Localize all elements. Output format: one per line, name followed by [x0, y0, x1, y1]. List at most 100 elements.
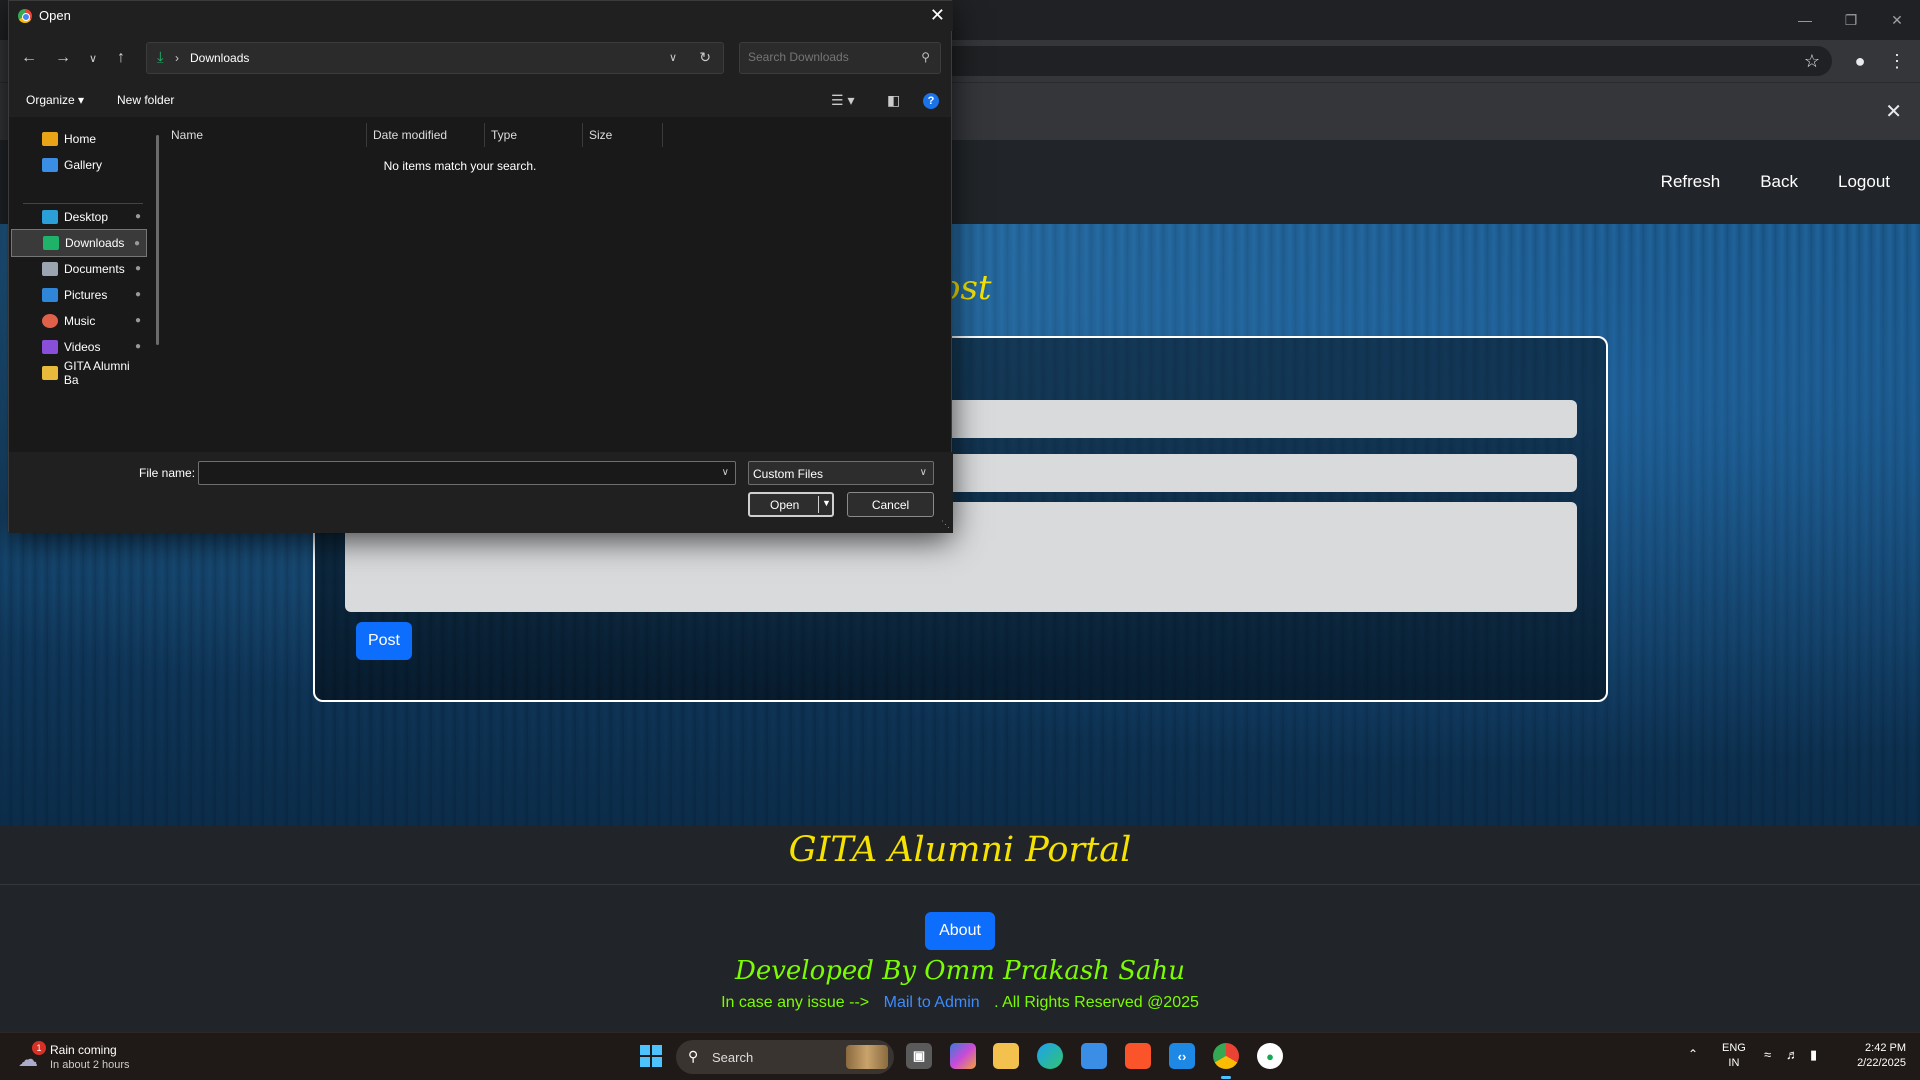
file-name-input[interactable]: ∨: [198, 461, 736, 485]
column-header-size[interactable]: Size: [583, 123, 663, 147]
wifi-icon[interactable]: ≈: [1764, 1047, 1771, 1062]
show-hidden-icons-icon[interactable]: ⌃: [1688, 1047, 1698, 1061]
window-close-icon[interactable]: ✕: [1874, 0, 1920, 40]
weather-widget[interactable]: ☁ 1 Rain coming In about 2 hours: [18, 1041, 158, 1075]
view-list-icon[interactable]: ☰ ▾: [831, 92, 854, 109]
nav-links: Refresh Back Logout: [1661, 140, 1890, 224]
window-controls: — ❐ ✕: [1782, 0, 1920, 40]
region-code: IN: [1728, 1057, 1740, 1069]
location-bar[interactable]: ⤓ › Downloads ∨ ↻: [146, 42, 724, 74]
developer-credit: Developed By Omm Prakash Sahu: [735, 956, 1185, 986]
footer-divider: [0, 884, 1920, 885]
pictures-icon: [42, 288, 58, 302]
file-type-value: Custom Files: [753, 467, 824, 481]
refresh-link[interactable]: Refresh: [1661, 172, 1721, 192]
nav-item-home[interactable]: Home: [11, 125, 147, 153]
logout-link[interactable]: Logout: [1838, 172, 1890, 192]
nav-item-pictures[interactable]: Pictures ●: [11, 281, 147, 309]
open-button[interactable]: Open ▼: [748, 492, 834, 517]
up-arrow-icon[interactable]: ↑: [117, 49, 125, 67]
downloads-icon: [43, 236, 59, 250]
search-icon: ⚲: [688, 1048, 699, 1064]
nav-item-label: Home: [64, 132, 97, 146]
bookmark-star-icon[interactable]: ☆: [1797, 46, 1827, 76]
column-header-type[interactable]: Type: [485, 123, 583, 147]
column-header-date-modified[interactable]: Date modified: [367, 123, 485, 147]
forward-arrow-icon[interactable]: →: [55, 49, 71, 67]
nav-item-gita-alumni[interactable]: GITA Alumni Ba: [11, 359, 147, 387]
command-bar: Organize ▾ New folder ☰ ▾ ◧ ?: [9, 85, 953, 117]
nav-item-videos[interactable]: Videos ●: [11, 333, 147, 361]
nav-item-label: Music: [64, 314, 96, 328]
cancel-button[interactable]: Cancel: [847, 492, 934, 517]
resize-grip-icon[interactable]: ⋱: [941, 519, 950, 530]
copilot-icon[interactable]: [950, 1043, 976, 1069]
search-box[interactable]: ⚲: [739, 42, 941, 74]
restore-icon[interactable]: ❐: [1828, 0, 1874, 40]
dropdown-arrow-icon[interactable]: ▼: [822, 498, 831, 508]
nav-scrollbar[interactable]: [156, 135, 159, 345]
organize-button[interactable]: Organize ▾: [26, 93, 84, 107]
back-link[interactable]: Back: [1760, 172, 1798, 192]
music-icon: [42, 314, 58, 328]
infobar-close-icon[interactable]: ✕: [1885, 99, 1902, 124]
start-button[interactable]: [640, 1045, 662, 1067]
taskbar-search[interactable]: ⚲ Search: [676, 1040, 894, 1074]
chevron-down-icon[interactable]: ∨: [669, 51, 677, 64]
documents-icon: [42, 262, 58, 276]
dialog-footer: File name: ∨ Custom Files ∨ Open ▼ Cance…: [9, 452, 953, 533]
chrome-icon: [18, 9, 32, 23]
gallery-icon: [42, 158, 58, 172]
nav-item-desktop[interactable]: Desktop ●: [11, 203, 147, 231]
store-icon[interactable]: [1081, 1043, 1107, 1069]
rights-text: . All Rights Reserved @2025: [994, 994, 1199, 1011]
volume-icon[interactable]: ♬: [1786, 1047, 1799, 1062]
vscode-icon[interactable]: ‹›: [1169, 1043, 1195, 1069]
nav-item-label: Documents: [64, 262, 125, 276]
address-bar[interactable]: [940, 46, 1832, 76]
chrome-taskbar-icon[interactable]: [1213, 1043, 1239, 1079]
clock[interactable]: 2:42 PM 2/22/2025: [1836, 1041, 1906, 1071]
nav-item-label: Downloads: [65, 236, 125, 250]
downloads-icon: ⤓: [157, 49, 164, 66]
pin-icon: ●: [133, 238, 140, 249]
edge-icon[interactable]: [1037, 1043, 1063, 1069]
breadcrumb-downloads[interactable]: Downloads: [190, 51, 249, 65]
pin-icon: ●: [134, 211, 141, 222]
nav-item-label: Pictures: [64, 288, 108, 302]
search-input[interactable]: [748, 50, 908, 64]
navigation-pane: Home Gallery Desktop ● Downloads ● Docum…: [9, 117, 165, 452]
profile-icon[interactable]: ●: [1845, 46, 1875, 76]
nav-item-downloads[interactable]: Downloads ●: [11, 229, 147, 257]
post-button[interactable]: Post: [356, 622, 412, 660]
battery-icon[interactable]: ▮: [1810, 1047, 1817, 1063]
chevron-down-icon[interactable]: ∨: [722, 467, 729, 478]
recent-locations-icon[interactable]: ∨: [89, 52, 97, 65]
nav-item-documents[interactable]: Documents ●: [11, 255, 147, 283]
menu-kebab-icon[interactable]: ⋮: [1882, 46, 1912, 76]
nav-item-gallery[interactable]: Gallery: [11, 151, 147, 179]
new-folder-button[interactable]: New folder: [117, 93, 174, 107]
mail-admin-link[interactable]: Mail to Admin: [884, 994, 980, 1011]
file-type-select[interactable]: Custom Files ∨: [748, 461, 934, 485]
about-button[interactable]: About: [925, 912, 995, 950]
brave-icon[interactable]: [1125, 1043, 1151, 1069]
folder-icon: [42, 366, 58, 380]
footer-brand: GITA Alumni Portal: [788, 830, 1132, 870]
help-icon[interactable]: ?: [923, 93, 939, 109]
nav-item-music[interactable]: Music ●: [11, 307, 147, 335]
back-arrow-icon[interactable]: ←: [21, 49, 37, 67]
preview-pane-icon[interactable]: ◧: [887, 92, 900, 109]
dialog-navigation: ← → ∨ ↑ ⤓ › Downloads ∨ ↻ ⚲: [9, 31, 953, 85]
windows-taskbar: ☁ 1 Rain coming In about 2 hours ⚲ Searc…: [0, 1032, 1920, 1080]
site-footer: GITA Alumni Portal About Developed By Om…: [0, 826, 1920, 1032]
task-view-icon[interactable]: ▣: [906, 1043, 932, 1069]
minimize-icon[interactable]: —: [1782, 0, 1828, 40]
language-indicator[interactable]: ENG IN: [1722, 1041, 1746, 1071]
column-header-name[interactable]: Name: [165, 123, 367, 147]
refresh-icon[interactable]: ↻: [699, 49, 711, 66]
mongodb-icon[interactable]: ●: [1257, 1043, 1283, 1069]
file-name-label: File name:: [139, 466, 196, 480]
file-explorer-icon[interactable]: [993, 1043, 1019, 1069]
dialog-close-icon[interactable]: ✕: [930, 5, 945, 26]
